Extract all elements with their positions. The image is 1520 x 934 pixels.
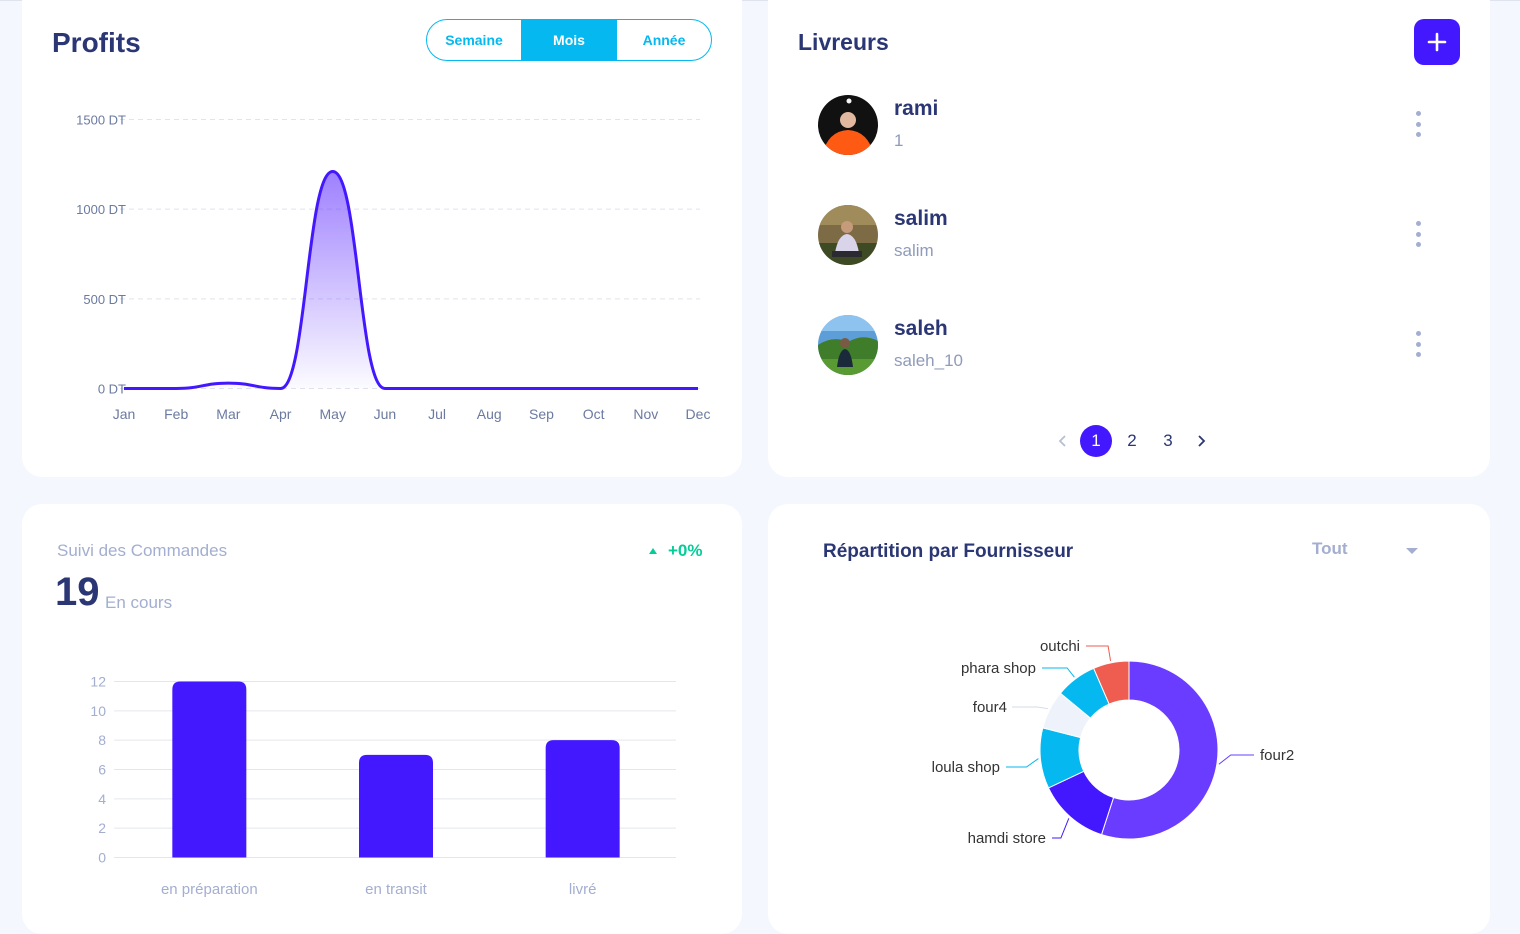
profits-line — [124, 170, 698, 391]
y-tick-label: 0 — [98, 850, 106, 866]
slice-label: outchi — [1040, 638, 1080, 655]
y-tick-label: 4 — [98, 791, 106, 807]
repartition-card: Répartition par Fournisseur Tout four2 ha… — [768, 504, 1490, 934]
slice-leader-line — [1006, 758, 1039, 768]
y-tick-label: 0 DT — [98, 382, 126, 397]
page-button[interactable]: 3 — [1152, 425, 1184, 457]
x-tick-label: Jun — [374, 406, 397, 422]
chevron-left-icon[interactable] — [1048, 431, 1078, 452]
bar — [545, 740, 620, 858]
suivi-title: Suivi des Commandes — [57, 541, 228, 560]
livreurs-card: Livreurs rami 1 salim salim saleh saleh_… — [768, 0, 1490, 477]
y-tick-label: 1500 DT — [76, 113, 126, 128]
y-tick-label: 12 — [90, 674, 106, 690]
livreur-name: saleh — [894, 317, 948, 340]
y-tick-label: 500 DT — [83, 292, 126, 307]
bar — [172, 681, 247, 858]
slice-label: four2 — [1260, 747, 1294, 764]
more-options-icon[interactable] — [1408, 111, 1428, 137]
slice-label: loula shop — [932, 759, 1000, 776]
pagination: 1 2 3 — [1048, 425, 1216, 457]
x-tick-label: May — [320, 406, 346, 422]
slice-label: phara shop — [961, 660, 1036, 677]
add-livreur-button[interactable] — [1414, 19, 1460, 65]
y-tick-label: 1000 DT — [76, 202, 126, 217]
avatar — [818, 205, 878, 265]
livreur-item[interactable]: salim salim — [818, 205, 1438, 285]
suivi-card: 0 2 4 6 8 10 12 en préparation en transit livré … — [22, 504, 742, 934]
avatar — [818, 95, 878, 155]
livreur-username: salim — [894, 241, 934, 260]
plus-icon — [1427, 32, 1447, 52]
more-options-icon[interactable] — [1408, 221, 1428, 247]
x-tick-label: en transit — [365, 881, 428, 898]
y-tick-label: 8 — [98, 732, 106, 748]
bar — [359, 754, 433, 858]
profits-area-fill — [124, 171, 698, 389]
x-tick-label: Oct — [583, 406, 605, 422]
livreur-username: saleh_10 — [894, 351, 964, 370]
livreur-item[interactable]: saleh saleh_10 — [818, 315, 1438, 395]
profits-card: Profits Semaine Mois Année 0 DT 500 DT 100… — [22, 0, 742, 477]
slice-leader-line — [1012, 706, 1048, 710]
slice-leader-line — [1042, 667, 1075, 678]
profits-area-chart: 0 DT 500 DT 1000 DT 1500 DT Jan Feb Mar Apr May… — [76, 113, 711, 423]
trend-value: +0% — [668, 541, 703, 560]
x-tick-label: Mar — [216, 406, 240, 422]
x-tick-label: Dec — [686, 406, 711, 422]
trend-indicator: +0% — [648, 541, 703, 561]
more-options-icon[interactable] — [1408, 331, 1428, 357]
livreur-name: rami — [894, 97, 939, 120]
livreurs-title: Livreurs — [798, 29, 889, 55]
slice-leader-line — [1086, 645, 1112, 661]
y-tick-label: 2 — [98, 820, 106, 836]
supplier-donut-chart: four2 hamdi store loula shop four4 phara sho… — [932, 638, 1295, 847]
livreur-item[interactable]: rami 1 — [818, 95, 1438, 175]
livreur-name: salim — [894, 207, 948, 230]
slice-leader-line — [1052, 818, 1070, 839]
x-tick-label: Nov — [633, 406, 658, 422]
page-button[interactable]: 1 — [1080, 425, 1112, 457]
orders-count-label: En cours — [105, 593, 173, 612]
y-tick-label: 6 — [98, 762, 106, 778]
x-tick-label: Apr — [270, 406, 292, 422]
y-tick-label: 10 — [90, 703, 106, 719]
orders-count: 19 — [55, 570, 100, 614]
chevron-right-icon[interactable] — [1186, 431, 1216, 452]
avatar — [818, 315, 878, 375]
x-tick-label: en préparation — [161, 881, 258, 898]
x-tick-label: Aug — [477, 406, 502, 422]
x-tick-label: Feb — [164, 406, 188, 422]
livreur-username: 1 — [894, 131, 904, 150]
arrow-up-icon — [649, 548, 657, 554]
slice-leader-line — [1218, 754, 1254, 765]
x-tick-label: Jul — [428, 406, 446, 422]
slice-label: four4 — [973, 699, 1007, 716]
x-tick-label: livré — [569, 881, 597, 898]
x-tick-label: Jan — [113, 406, 136, 422]
suivi-bar-chart: 0 2 4 6 8 10 12 en préparation en transit livré — [90, 674, 676, 898]
x-tick-label: Sep — [529, 406, 554, 422]
slice-label: hamdi store — [968, 830, 1046, 847]
page-button[interactable]: 2 — [1116, 425, 1148, 457]
